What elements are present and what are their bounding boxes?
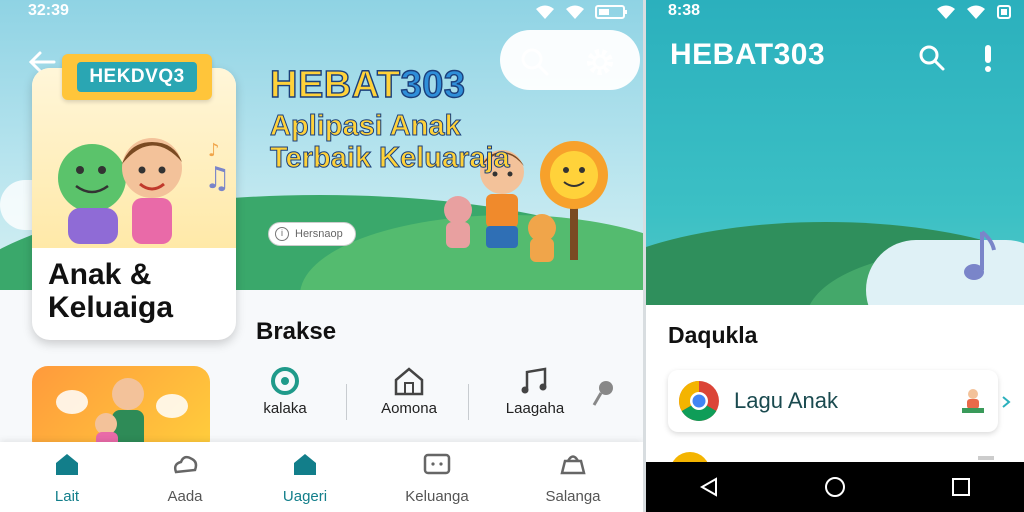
home-icon [294,454,316,475]
nav-item-lait[interactable]: Lait [12,450,122,505]
wifi-icon [566,5,584,19]
hero-pill-label: Hersnaop [295,228,343,240]
chevron-right-icon [1002,396,1011,408]
chrome-icon [679,381,719,421]
back-triangle-icon[interactable] [698,476,720,498]
nav-label: Lait [54,488,80,505]
featured-card[interactable]: ♫ ♪ Anak & Keluaiga [32,68,236,340]
hero-title: HEBAT303 [269,63,466,107]
nav-label: Keluanga [405,488,469,505]
section-title: Daqukla [668,322,758,348]
divider [468,384,469,420]
category-item[interactable]: kalaka [230,366,340,417]
hero-subtitle: Aplipasi Anak Terbaik Keluaraja [270,110,511,175]
status-time: 8:38 [668,2,701,19]
search-button[interactable] [515,42,555,82]
wifi-icon [967,5,985,19]
lollipop-button[interactable] [588,378,618,408]
search-icon [919,45,945,71]
card-ribbon-label: HEKDVQ3 [77,62,197,92]
search-button[interactable] [912,38,952,78]
music-note-icon [964,230,996,280]
more-button[interactable] [968,38,1008,78]
status-icons [936,4,1012,20]
section-title: Brakse [256,318,337,345]
status-icons [535,4,629,20]
cloud-decoration [866,240,1024,305]
status-time: 32:39 [28,2,69,19]
exclamation-icon [985,45,991,72]
bottom-nav: Lait Aada Uageri Keluanga Salanga [0,442,643,512]
svg-text:♪: ♪ [208,140,220,161]
category-label: Aomona [381,400,437,417]
bag-icon [560,455,586,475]
divider [346,384,347,420]
wifi-icon [937,5,955,19]
search-icon [521,48,549,76]
recents-square-icon[interactable] [950,476,972,498]
hero-pill-button[interactable]: i Hersnaop [268,222,356,246]
hero-title-number: 303 [400,63,466,106]
left-screen: HEBAT303 Aplipasi Anak Terbaik Keluaraja… [0,0,643,512]
house-icon [394,367,424,396]
right-screen: 8:38 HEBAT303 Daqukla Lagu Anak [646,0,1024,512]
child-reading-icon [962,389,984,413]
list-item[interactable]: Lagu Anak [668,370,998,432]
home-circle-icon[interactable] [824,476,846,498]
nav-label: Salanga [545,488,601,505]
category-item[interactable]: Aomona [354,366,464,417]
nav-label: Uageri [282,488,328,505]
gear-icon [587,49,613,75]
hero-title-main: HEBAT [269,63,401,106]
android-nav-bar [646,462,1024,512]
nav-item-keluanga[interactable]: Keluanga [382,450,492,505]
nav-item-salanga[interactable]: Salanga [518,450,628,505]
card-title: Anak & Keluaiga [48,258,174,324]
wifi-icon [536,5,554,19]
battery-icon [595,5,627,19]
tv-icon [423,453,451,475]
nav-item-uageri[interactable]: Uageri [250,450,360,505]
home-icon [56,454,78,475]
info-icon: i [275,227,289,241]
lollipop-icon [592,381,613,406]
target-icon [271,367,299,395]
category-item[interactable]: Laagaha [480,366,590,417]
category-label: Laagaha [505,400,565,417]
nav-label: Aada [167,488,203,505]
list-item-label: Lagu Anak [734,388,838,413]
app-title: HEBAT303 [670,38,826,71]
list-arrow [1001,395,1011,409]
item-marker-partial [978,456,994,460]
battery-icon [997,5,1011,19]
nav-item-aada[interactable]: Aada [130,450,240,505]
card-ribbon: HEKDVQ3 [62,54,212,100]
svg-text:♫: ♫ [204,161,231,196]
settings-button[interactable] [580,42,620,82]
category-label: kalaka [263,400,307,417]
cloud-icon [173,455,198,474]
music-notes-icon [521,367,547,394]
